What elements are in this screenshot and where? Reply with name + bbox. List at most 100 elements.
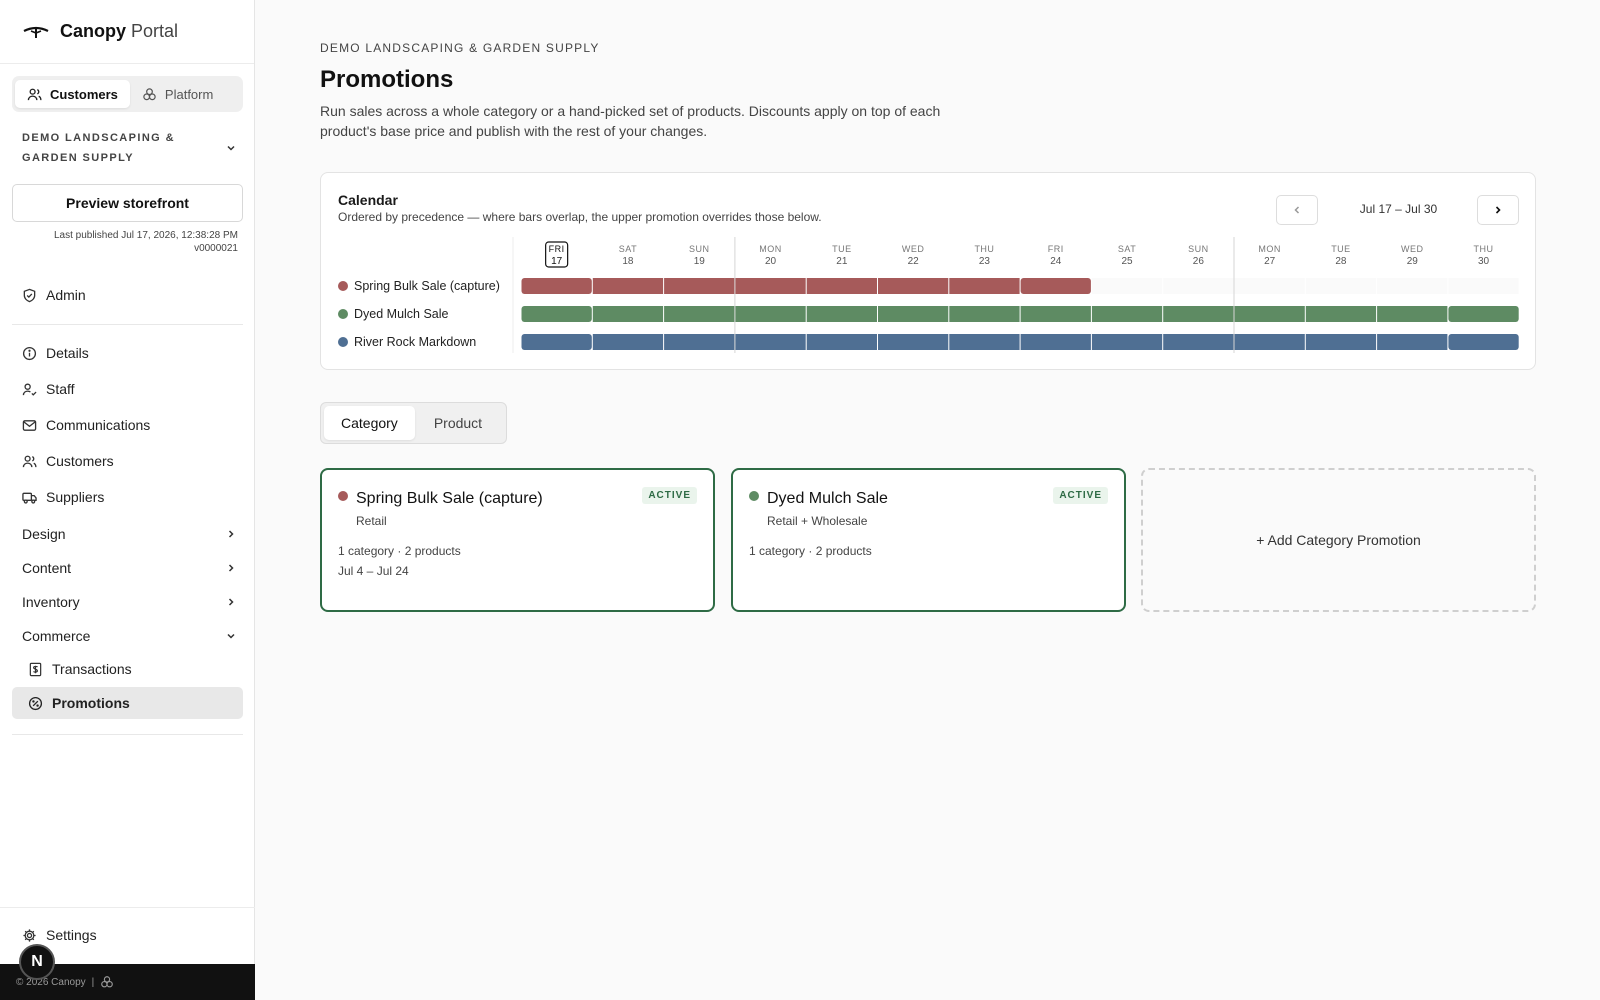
chevron-right-icon: [228, 530, 234, 538]
promotion-type-tabs: Category Product: [320, 402, 507, 444]
preview-storefront-button[interactable]: Preview storefront: [12, 184, 243, 222]
tab-category[interactable]: Category: [324, 406, 415, 440]
promotion-card[interactable]: Spring Bulk Sale (capture) Retail ACTIVE…: [320, 468, 715, 612]
tab-product[interactable]: Product: [417, 406, 499, 440]
promotion-card[interactable]: Dyed Mulch Sale Retail + Wholesale ACTIV…: [731, 468, 1126, 612]
calendar-day-of-week: THU: [1474, 244, 1494, 254]
promotion-bar-segment: [949, 306, 1020, 322]
calendar-day-of-week: FRI: [549, 244, 565, 254]
platform-mode-button[interactable]: Platform: [130, 80, 225, 108]
promotion-bar-segment: [1377, 306, 1448, 322]
brand[interactable]: Canopy Portal: [0, 0, 254, 64]
shield-icon: [23, 288, 36, 302]
promotion-bar-segment: [1020, 334, 1091, 350]
sidebar-item-label: Suppliers: [46, 489, 105, 505]
promotion-bar-segment: [1305, 334, 1377, 350]
divider: [12, 324, 243, 325]
calendar-day-number: 21: [836, 256, 848, 267]
promotion-bar-segment: [664, 334, 735, 350]
sidebar-item-label: Promotions: [52, 695, 130, 711]
promotion-bar-segment: [878, 278, 949, 294]
promotion-title: Spring Bulk Sale (capture): [356, 490, 543, 507]
org-name: Demo Landscaping & Garden Supply: [22, 132, 175, 164]
customers-mode-button[interactable]: Customers: [15, 80, 130, 108]
promotion-bar-segment: [806, 334, 877, 350]
sidebar-group-inventory[interactable]: Inventory: [22, 587, 237, 617]
sidebar-group-commerce[interactable]: Commerce: [22, 621, 237, 651]
platform-icon: [143, 87, 156, 100]
receipt-icon: [29, 662, 42, 676]
promotion-bar-segment: [664, 306, 735, 322]
calendar-day-of-week: WED: [1401, 244, 1424, 254]
status-badge: ACTIVE: [1053, 487, 1108, 504]
sidebar-item-suppliers[interactable]: Suppliers: [12, 481, 243, 513]
calendar-day-of-week: SUN: [1188, 244, 1209, 254]
calendar-row-label: River Rock Markdown: [354, 335, 476, 349]
promotion-bar-segment: [878, 306, 949, 322]
promotion-bar-segment: [949, 334, 1020, 350]
promotion-color-dot: [749, 491, 759, 501]
promotion-bar-segment: [592, 278, 664, 294]
promotion-bar-segment: [1234, 306, 1305, 322]
promotion-bar-segment: [878, 334, 949, 350]
users-icon: [22, 455, 37, 467]
calendar-empty-cell: [1091, 278, 1163, 294]
chevron-down-icon: [227, 633, 235, 639]
org-selector[interactable]: Demo Landscaping & Garden Supply: [22, 128, 237, 168]
calendar-empty-cell: [1377, 278, 1448, 294]
calendar-day-number: 20: [765, 256, 777, 267]
info-icon: [22, 346, 37, 360]
sidebar-group-label: Inventory: [22, 594, 80, 610]
truck-icon: [22, 492, 37, 504]
promotion-dates: Jul 4 – Jul 24: [338, 564, 409, 578]
org-eyebrow: Demo Landscaping & Garden Supply: [320, 41, 600, 55]
promotion-bar-segment: [949, 278, 1020, 294]
mode-switcher: Customers Platform: [12, 76, 243, 112]
sidebar-group-design[interactable]: Design: [22, 519, 237, 549]
sidebar-item-label: Admin: [46, 287, 86, 303]
page-description: Run sales across a whole category or a h…: [320, 103, 941, 139]
promotion-bar-segment: [806, 306, 877, 322]
calendar-day-of-week: WED: [902, 244, 925, 254]
promotion-bar-segment: [1448, 334, 1519, 350]
sidebar-item-promotions[interactable]: Promotions: [12, 687, 243, 719]
sidebar-group-label: Commerce: [22, 628, 91, 644]
promotion-bar-segment: [1234, 334, 1305, 350]
promotions-calendar: Calendar Ordered by precedence — where b…: [320, 172, 1536, 370]
promotion-bar-segment: [521, 278, 592, 294]
dev-tools-badge[interactable]: N: [19, 944, 55, 980]
sidebar-item-communications[interactable]: Communications: [12, 409, 243, 441]
promotion-bar-segment: [1020, 278, 1091, 294]
calendar-day-number: 26: [1193, 256, 1205, 267]
sidebar-group-content[interactable]: Content: [22, 553, 237, 583]
platform-icon: [101, 976, 114, 988]
chevron-right-icon: [228, 598, 234, 606]
sidebar-item-customers[interactable]: Customers: [12, 445, 243, 477]
calendar-day-number: 19: [694, 256, 706, 267]
last-published-time: Last published Jul 17, 2026, 12:38:28 PM: [53, 230, 238, 241]
calendar-empty-cell: [1448, 278, 1519, 294]
promotion-channel: Retail + Wholesale: [767, 514, 868, 528]
sidebar-item-transactions[interactable]: Transactions: [12, 653, 243, 685]
sidebar-item-label: Details: [46, 345, 89, 361]
page-title: Promotions: [320, 66, 454, 93]
sidebar-item-details[interactable]: Details: [12, 337, 243, 369]
promotion-scope: 1 category · 2 products: [338, 544, 461, 558]
sidebar-item-staff[interactable]: Staff: [12, 373, 243, 405]
calendar-day-number: 29: [1407, 256, 1419, 267]
promotion-bar-segment: [521, 334, 592, 350]
footer-separator: |: [91, 976, 95, 988]
sidebar-group-label: Content: [22, 560, 72, 576]
promotion-bar-segment: [592, 306, 664, 322]
mail-icon: [22, 419, 37, 431]
gear-icon: [23, 928, 36, 942]
promotion-bar-segment: [1305, 306, 1377, 322]
calendar-empty-cell: [1234, 278, 1305, 294]
promotion-channel: Retail: [356, 514, 387, 528]
sidebar-item-label: Customers: [46, 453, 114, 469]
copyright: © 2026 Canopy: [16, 976, 86, 988]
calendar-day-number: 22: [908, 256, 920, 267]
sidebar-item-admin[interactable]: Admin: [12, 279, 243, 311]
calendar-day-of-week: SAT: [1118, 244, 1136, 254]
add-category-promotion-button[interactable]: + Add Category Promotion: [1141, 468, 1536, 612]
